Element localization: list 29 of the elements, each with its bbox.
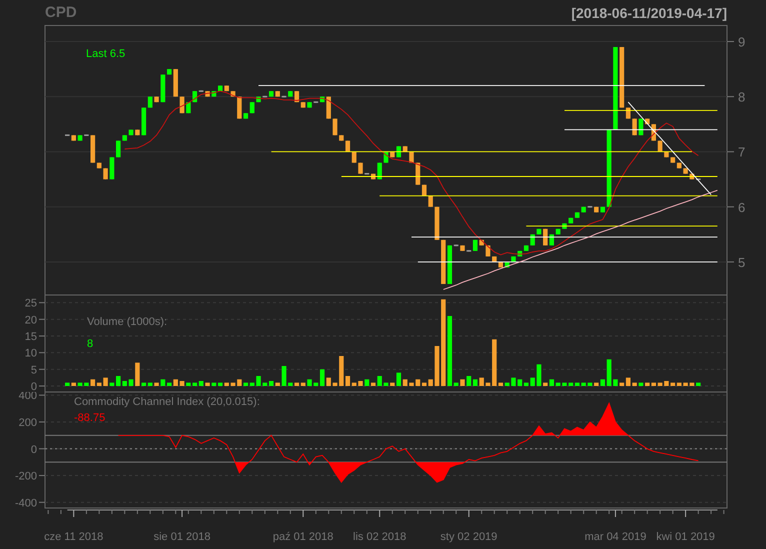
date-label: lis 02 2018 xyxy=(353,531,406,543)
cci-value: -88.75 xyxy=(74,412,106,424)
axis-label: 20 xyxy=(24,314,37,326)
date-label: sty 02 2019 xyxy=(440,531,498,543)
date-label: mar 04 2019 xyxy=(584,531,646,543)
axis-label: -400 xyxy=(14,497,37,510)
chart-title: CPD xyxy=(45,4,77,21)
axis-label: 15 xyxy=(24,331,37,343)
date-label: sie 01 2018 xyxy=(154,531,210,543)
axis-label: 5 xyxy=(738,254,746,270)
cci-label: Commodity Channel Index (20,0.015): xyxy=(74,396,260,408)
axis-label: 6 xyxy=(738,200,746,215)
last-price-label: Last 6.5 xyxy=(86,48,126,60)
date-range: [2018-06-11/2019-04-17] xyxy=(571,4,727,20)
volume-label: Volume (1000s): xyxy=(87,316,168,328)
axis-label: 0 xyxy=(30,381,37,392)
date-label: cze 11 2018 xyxy=(44,531,104,543)
axis-label: 0 xyxy=(30,444,37,456)
axis-label: 200 xyxy=(18,416,37,429)
axis-label: 8 xyxy=(738,90,746,105)
axis-label: -200 xyxy=(14,470,37,483)
axis-label: 25 xyxy=(24,298,37,310)
date-label: kwi 01 2019 xyxy=(656,531,715,543)
axis-label: 7 xyxy=(738,144,746,160)
volume-value: 8 xyxy=(87,338,94,350)
axis-label: 5 xyxy=(30,364,37,376)
date-label: paź 01 2018 xyxy=(272,531,334,543)
axis-label: 10 xyxy=(24,348,37,360)
axis-label: 9 xyxy=(738,34,746,50)
